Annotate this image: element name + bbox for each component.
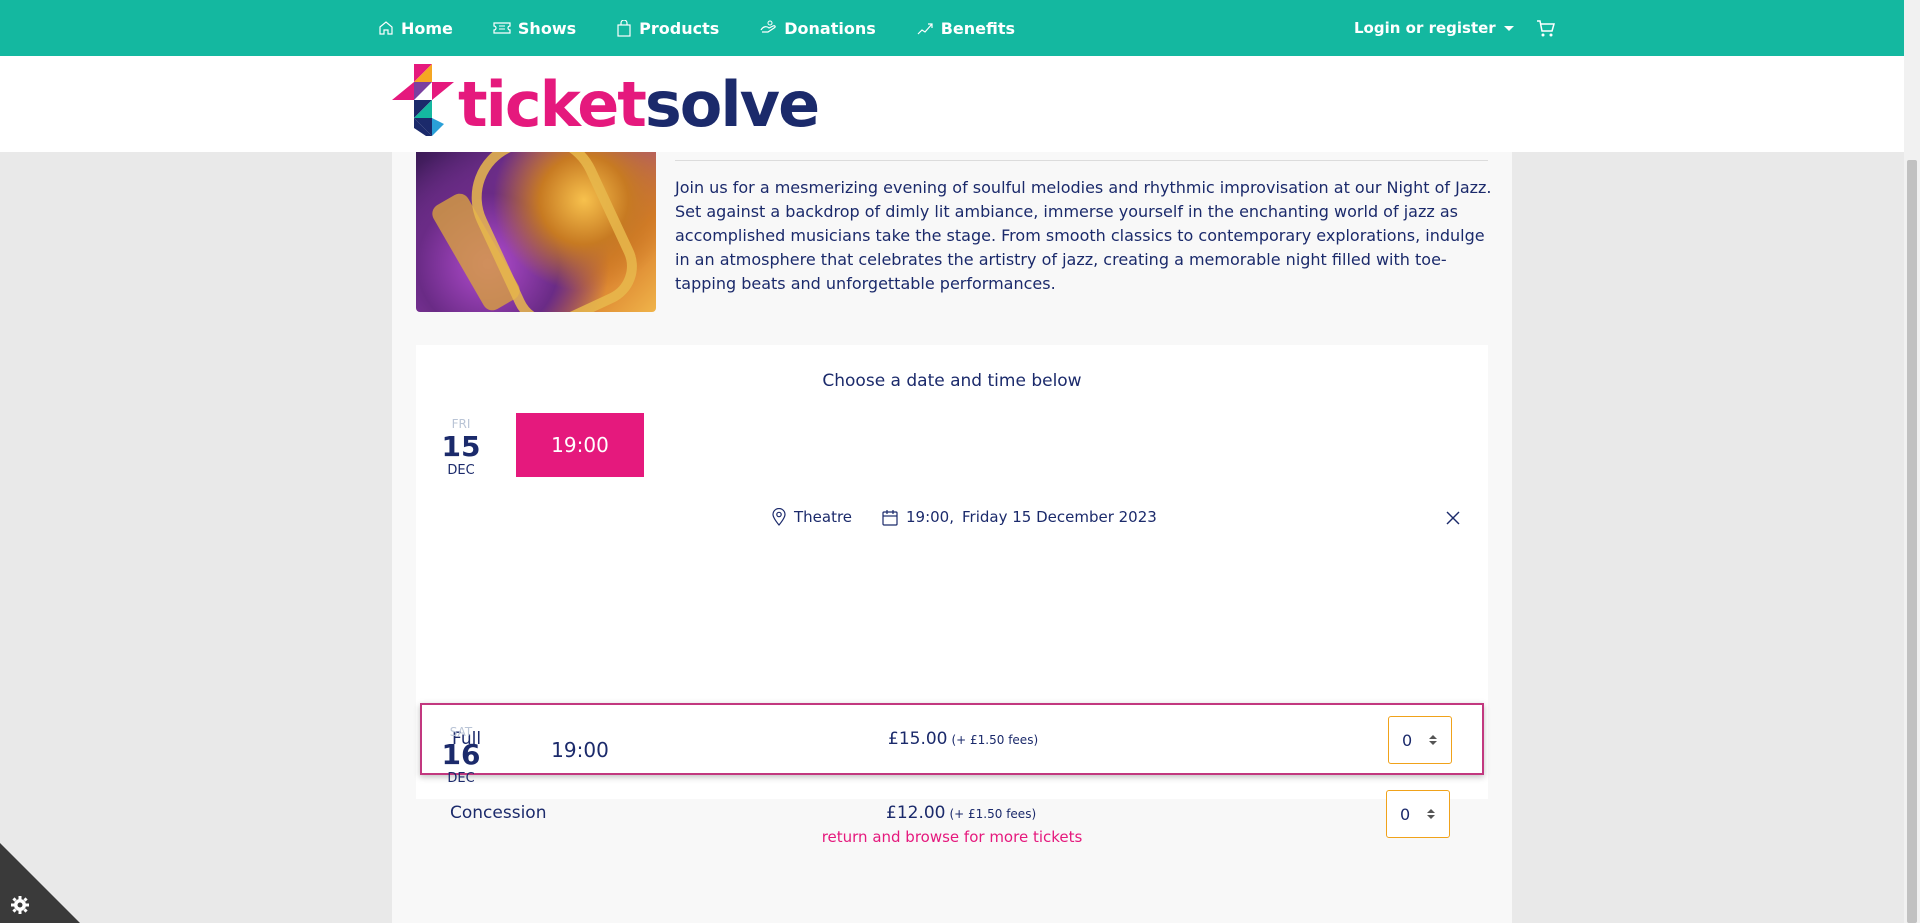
logo-wordmark: ticketsolve — [458, 74, 820, 136]
price-value: £12.00 — [886, 803, 946, 823]
logo-text-solve: solve — [644, 68, 820, 141]
ticket-price: £12.00 (+ £1.50 fees) — [886, 803, 1036, 823]
top-nav: Home Shows Products Donations Benefits L… — [0, 0, 1904, 56]
divider — [675, 160, 1488, 161]
nav-label-products: Products — [639, 18, 720, 38]
home-icon — [379, 21, 393, 35]
date-month: DEC — [447, 771, 475, 786]
cart-icon[interactable] — [1536, 18, 1556, 38]
date-block-fri-15: FRI 15 DEC — [431, 417, 491, 479]
spinner-icon — [1429, 735, 1437, 745]
nav-menu: Home Shows Products Donations Benefits — [378, 0, 1055, 56]
ticket-type-name: Concession — [450, 803, 547, 823]
date-month: DEC — [447, 463, 475, 478]
return-browse-link[interactable]: return and browse for more tickets — [392, 828, 1512, 846]
nav-label-home: Home — [401, 18, 453, 38]
nav-item-shows[interactable]: Shows — [493, 19, 576, 38]
event-page: Join us for a mesmerizing evening of sou… — [392, 152, 1512, 923]
scrollbar-thumb[interactable] — [1907, 160, 1917, 923]
ticket-icon — [493, 22, 511, 34]
date-block-sat-16: SAT 16 DEC — [431, 725, 491, 787]
venue-name: Theatre — [794, 508, 853, 526]
quantity-select[interactable]: 0 — [1388, 716, 1452, 764]
price-fees: (+ £1.50 fees) — [951, 733, 1039, 747]
donation-icon — [760, 20, 776, 33]
price-value: £15.00 — [888, 729, 948, 749]
selected-performance-info: Theatre 19:00, Friday 15 December 2023 — [416, 508, 1488, 532]
gear-icon — [11, 896, 29, 914]
chevron-down-icon[interactable] — [1503, 25, 1514, 31]
calendar-icon — [882, 509, 898, 526]
event-description: Join us for a mesmerizing evening of sou… — [675, 178, 1492, 293]
datetime-info: 19:00, Friday 15 December 2023 — [882, 508, 1157, 526]
nav-item-benefits[interactable]: Benefits — [916, 19, 1015, 38]
picker-title: Choose a date and time below — [822, 371, 1082, 391]
nav-label-donations: Donations — [784, 18, 876, 38]
price-fees: (+ £1.50 fees) — [949, 807, 1037, 821]
nav-item-donations[interactable]: Donations — [759, 19, 876, 38]
performance-date: Friday 15 December 2023 — [962, 508, 1157, 526]
quantity-value: 0 — [1400, 804, 1411, 824]
ticketsolve-logo[interactable]: ticketsolve — [392, 64, 820, 146]
location-pin-icon — [772, 508, 786, 526]
spinner-icon — [1427, 809, 1435, 819]
date-dow: FRI — [451, 417, 471, 431]
nav-label-shows: Shows — [517, 18, 577, 38]
benefits-icon — [917, 23, 933, 35]
time-slot-button[interactable]: 19:00 — [516, 732, 644, 768]
event-image — [416, 152, 656, 312]
nav-label-benefits: Benefits — [940, 18, 1016, 38]
time-slot-button-selected[interactable]: 19:00 — [516, 413, 644, 477]
nav-right: Login or register — [1354, 0, 1556, 56]
logo-text-ticket: ticket — [458, 68, 647, 141]
date-day: 15 — [441, 430, 481, 463]
header-logo-bar: ticketsolve — [0, 56, 1904, 152]
quantity-value: 0 — [1402, 730, 1413, 750]
ticket-price: £15.00 (+ £1.50 fees) — [888, 729, 1038, 749]
cookie-settings-button[interactable] — [0, 843, 80, 923]
nav-item-home[interactable]: Home — [378, 19, 453, 38]
date-time-picker: Choose a date and time below FRI 15 DEC … — [416, 345, 1488, 838]
nav-item-products[interactable]: Products — [616, 19, 719, 38]
close-icon[interactable] — [1446, 511, 1460, 525]
login-register-link[interactable]: Login or register — [1354, 19, 1496, 37]
logo-mark-icon — [392, 64, 454, 136]
page-scrollbar[interactable] — [1904, 0, 1920, 923]
venue-info: Theatre — [772, 508, 852, 526]
performance-time: 19:00, — [906, 508, 954, 526]
bag-icon — [617, 19, 631, 37]
date-day: 16 — [441, 738, 481, 771]
date-dow: SAT — [449, 725, 473, 739]
